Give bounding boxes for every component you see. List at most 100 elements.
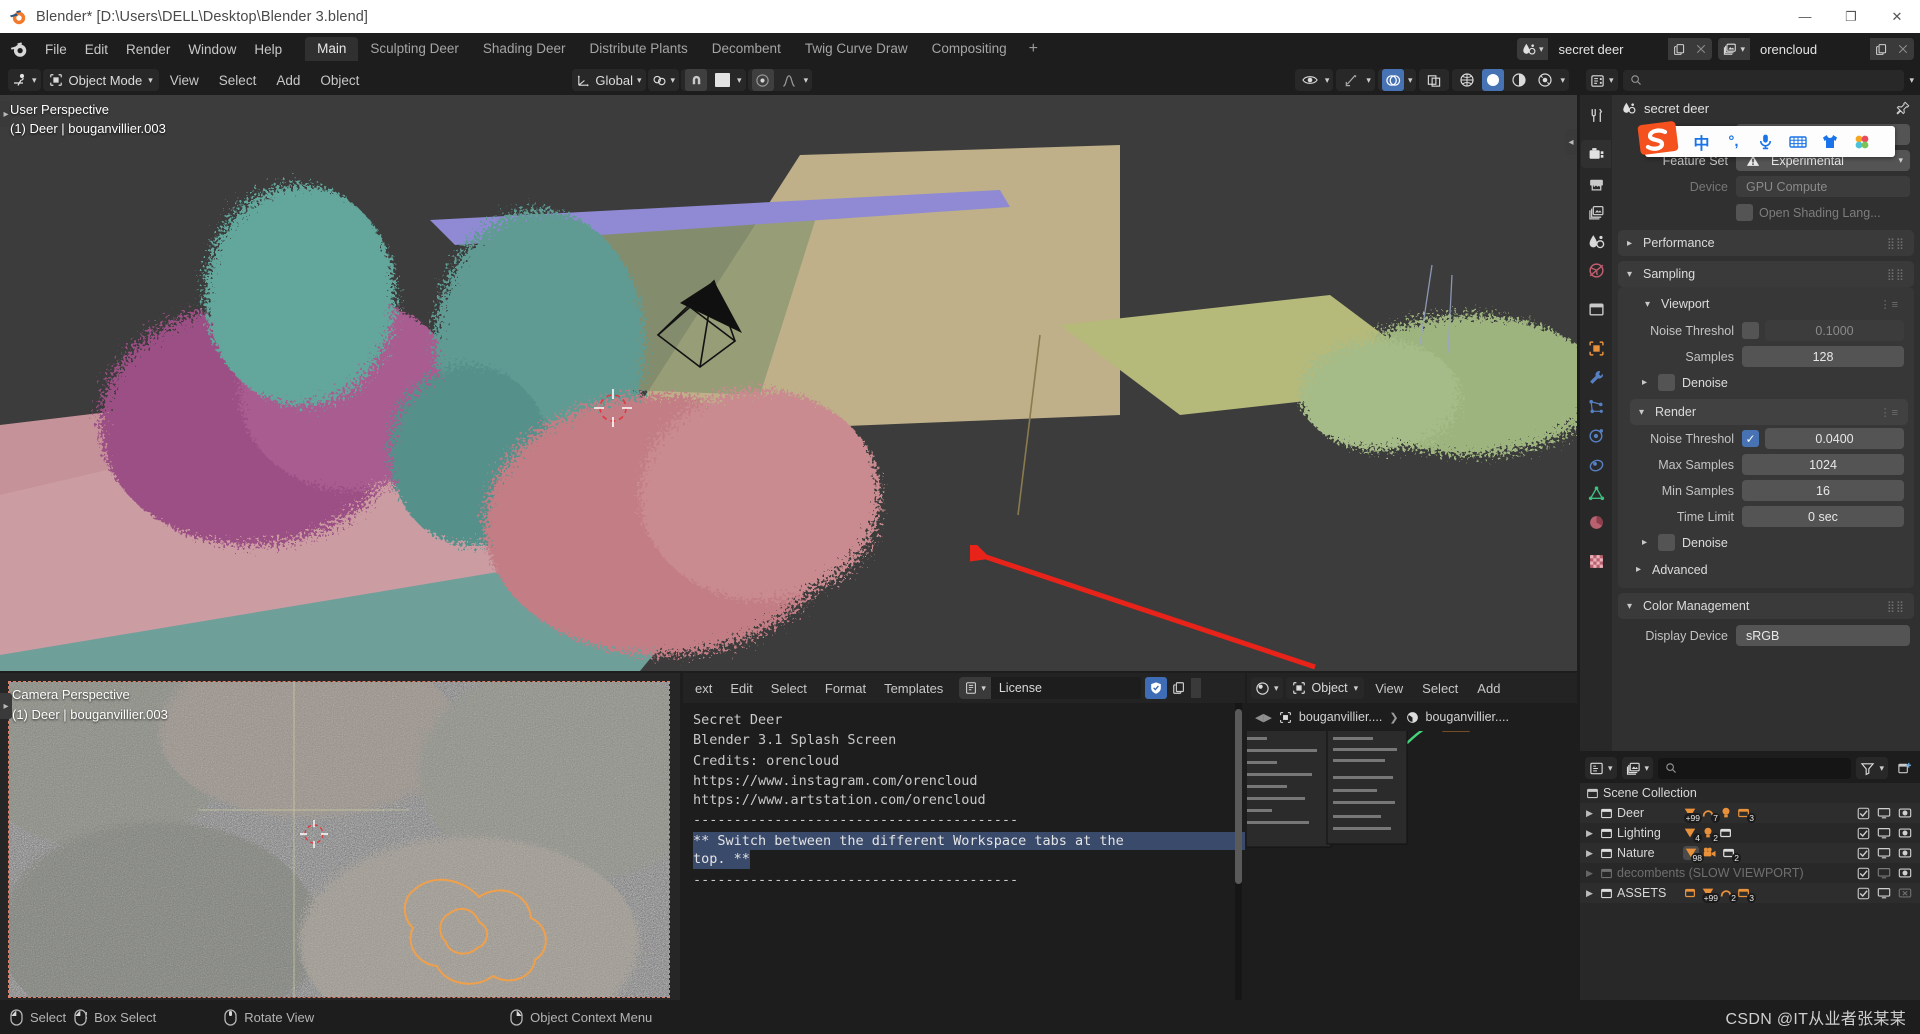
outliner-row-assets[interactable]: ▶ ASSETS +99 2 3 (1580, 883, 1920, 903)
disclosure-triangle-icon[interactable]: ▶ (1586, 868, 1596, 879)
text-datablock-name[interactable]: License (990, 677, 1141, 699)
view-layer-unlink-x-icon[interactable] (1892, 38, 1914, 60)
text-menu-format[interactable]: Format (817, 678, 874, 699)
row-viewport-denoise[interactable]: ▸ Denoise (1618, 370, 1914, 395)
display-device-value[interactable]: sRGB (1736, 625, 1910, 646)
checkbox-en[interactable] (1857, 827, 1870, 840)
render-denoise-checkbox[interactable] (1658, 534, 1675, 551)
panel-performance[interactable]: ▸ Performance ⣿⣿ (1618, 230, 1914, 256)
gizmo-icon[interactable] (1340, 69, 1362, 91)
punctuation-icon[interactable]: °, (1718, 126, 1749, 157)
outliner-row-deer[interactable]: ▶ Deer +99 7 3 (1580, 803, 1920, 823)
viewport-visibility-icon[interactable] (1877, 886, 1891, 900)
render-visibility-icon[interactable] (1898, 826, 1912, 840)
row-min-samples[interactable]: Min Samples 16 (1618, 478, 1904, 503)
breadcrumb-material-label[interactable]: bouganvillier.... (1426, 710, 1509, 724)
breadcrumb-object-label[interactable]: bouganvillier.... (1299, 710, 1382, 724)
minimize-button[interactable]: — (1782, 0, 1828, 33)
node-menu-view[interactable]: View (1367, 678, 1411, 699)
text-new-copy-icon[interactable] (1168, 677, 1190, 699)
snap-target-swatch[interactable] (711, 69, 733, 91)
chinese-mode-icon[interactable]: 中 (1686, 126, 1717, 157)
viewport-3d-camera[interactable]: Camera Perspective (1) Deer | bouganvill… (0, 673, 680, 1000)
shading-rendered-icon[interactable] (1534, 69, 1556, 91)
xray-toggle-icon[interactable] (1423, 69, 1445, 91)
properties-search-input[interactable] (1622, 69, 1905, 91)
overlays-selector[interactable]: ▾ (1377, 69, 1417, 91)
workspace-tab-main[interactable]: Main (305, 36, 359, 62)
text-menu-edit[interactable]: Edit (722, 678, 760, 699)
disclosure-triangle-icon[interactable]: ▶ (1586, 828, 1596, 839)
render-visibility-icon[interactable] (1898, 866, 1912, 880)
outliner-editor[interactable]: ▾ ▾ ▾ Scene Collection ▶ Deer +99 7 3 ▶ … (1580, 753, 1920, 1000)
menu-window[interactable]: Window (179, 38, 245, 61)
properties-editor[interactable]: ▾ ▾ secret deer Feature Set Experimental… (1580, 65, 1920, 751)
render-visibility-disabled-icon[interactable] (1898, 886, 1912, 900)
properties-tab-world[interactable] (1581, 256, 1611, 284)
disclosure-triangle-icon[interactable]: ▶ (1586, 848, 1596, 859)
panel-drag-dots[interactable]: ⣿⣿ (1887, 600, 1905, 613)
render-visibility-icon[interactable] (1898, 846, 1912, 860)
properties-tab-collection[interactable] (1581, 295, 1611, 323)
visibility-eye-icon[interactable] (1299, 69, 1321, 91)
snap-magnet-icon[interactable] (685, 69, 708, 91)
viewport-noise-threshold-checkbox[interactable] (1742, 322, 1759, 339)
outliner-row-lighting[interactable]: ▶ Lighting 4 2 (1580, 823, 1920, 843)
microphone-icon[interactable] (1750, 126, 1781, 157)
panel-sampling[interactable]: ▾ Sampling ⣿⣿ (1618, 261, 1914, 287)
node-menu-add[interactable]: Add (1469, 678, 1508, 699)
properties-tab-particles[interactable] (1581, 392, 1611, 420)
xray-toggle[interactable] (1419, 69, 1450, 91)
properties-tab-physics[interactable] (1581, 421, 1611, 449)
panel-color-management[interactable]: ▾ Color Management ⣿⣿ (1618, 593, 1914, 619)
pivot-point-selector[interactable]: ▾ (647, 69, 680, 91)
workspace-tab-decombent[interactable]: Decombent (700, 37, 793, 62)
properties-tab-render[interactable] (1581, 140, 1611, 168)
checkbox-en[interactable] (1857, 847, 1870, 860)
maximize-button[interactable]: ❐ (1828, 0, 1874, 33)
panel-drag-dots[interactable]: ⣿⣿ (1887, 237, 1905, 250)
visibility-selector[interactable]: ▾ (1294, 69, 1334, 91)
preset-list-icon[interactable]: ⋮≡ (1880, 406, 1899, 419)
outliner-filter-id-icon[interactable]: ▾ (1621, 757, 1654, 779)
viewport-menu-object[interactable]: Object (311, 70, 368, 91)
scene-icon[interactable]: ▾ (1516, 38, 1549, 60)
scene-name[interactable]: secret deer (1548, 38, 1669, 60)
skin-shirt-icon[interactable] (1814, 126, 1845, 157)
text-menu-select[interactable]: Select (763, 678, 815, 699)
properties-tab-tool[interactable] (1581, 101, 1611, 129)
new-collection-icon[interactable] (1893, 757, 1915, 779)
properties-tab-view-layer[interactable] (1581, 198, 1611, 226)
viewport-menu-view[interactable]: View (161, 70, 208, 91)
row-display-device[interactable]: Display Device sRGB (1612, 623, 1910, 648)
properties-tab-object[interactable] (1581, 334, 1611, 362)
breadcrumb-nav-arrows[interactable]: ◀▶ (1255, 711, 1272, 724)
max-samples-value[interactable]: 1024 (1742, 454, 1904, 475)
row-render-noise-threshold[interactable]: Noise Threshol ✓ 0.0400 (1618, 426, 1904, 451)
outliner-root-row[interactable]: Scene Collection (1580, 783, 1920, 803)
shading-material-preview-icon[interactable] (1508, 69, 1530, 91)
panel-render-sampling[interactable]: ▾ Render ⋮≡ (1630, 399, 1908, 425)
menu-help[interactable]: Help (245, 38, 291, 61)
chevron-down-icon[interactable]: ▾ (1909, 75, 1914, 86)
proportional-edit-icon[interactable] (751, 69, 774, 91)
text-menu-text[interactable]: ext (687, 678, 720, 699)
row-advanced[interactable]: ▸ Advanced (1618, 557, 1914, 582)
apps-grid-icon[interactable] (1846, 126, 1877, 157)
add-workspace-button[interactable]: + (1019, 38, 1048, 60)
ime-floating-toolbar[interactable]: 中 °, (1645, 126, 1895, 157)
close-button[interactable]: ✕ (1874, 0, 1920, 33)
viewport-3d-main[interactable]: ▾ Object Mode ▾ View Select Add Object G… (0, 65, 1577, 671)
viewport-canvas[interactable]: User Perspective (1) Deer | bouganvillie… (0, 95, 1577, 671)
blender-menu-logo-icon[interactable] (8, 38, 30, 60)
view-layer-icon[interactable]: ▾ (1718, 38, 1750, 60)
proportional-editing-group[interactable]: ▾ (747, 69, 813, 91)
transform-orientation-selector[interactable]: Global ▾ (572, 69, 646, 91)
render-visibility-icon[interactable] (1898, 806, 1912, 820)
viewport-visibility-icon[interactable] (1877, 846, 1891, 860)
camera-toolbar-toggle[interactable]: ▸ (0, 693, 12, 719)
text-header-overflow[interactable] (1190, 678, 1201, 698)
menu-render[interactable]: Render (117, 38, 179, 61)
properties-tab-material[interactable] (1581, 508, 1611, 536)
viewport-noise-threshold-value[interactable]: 0.1000 (1765, 320, 1904, 341)
